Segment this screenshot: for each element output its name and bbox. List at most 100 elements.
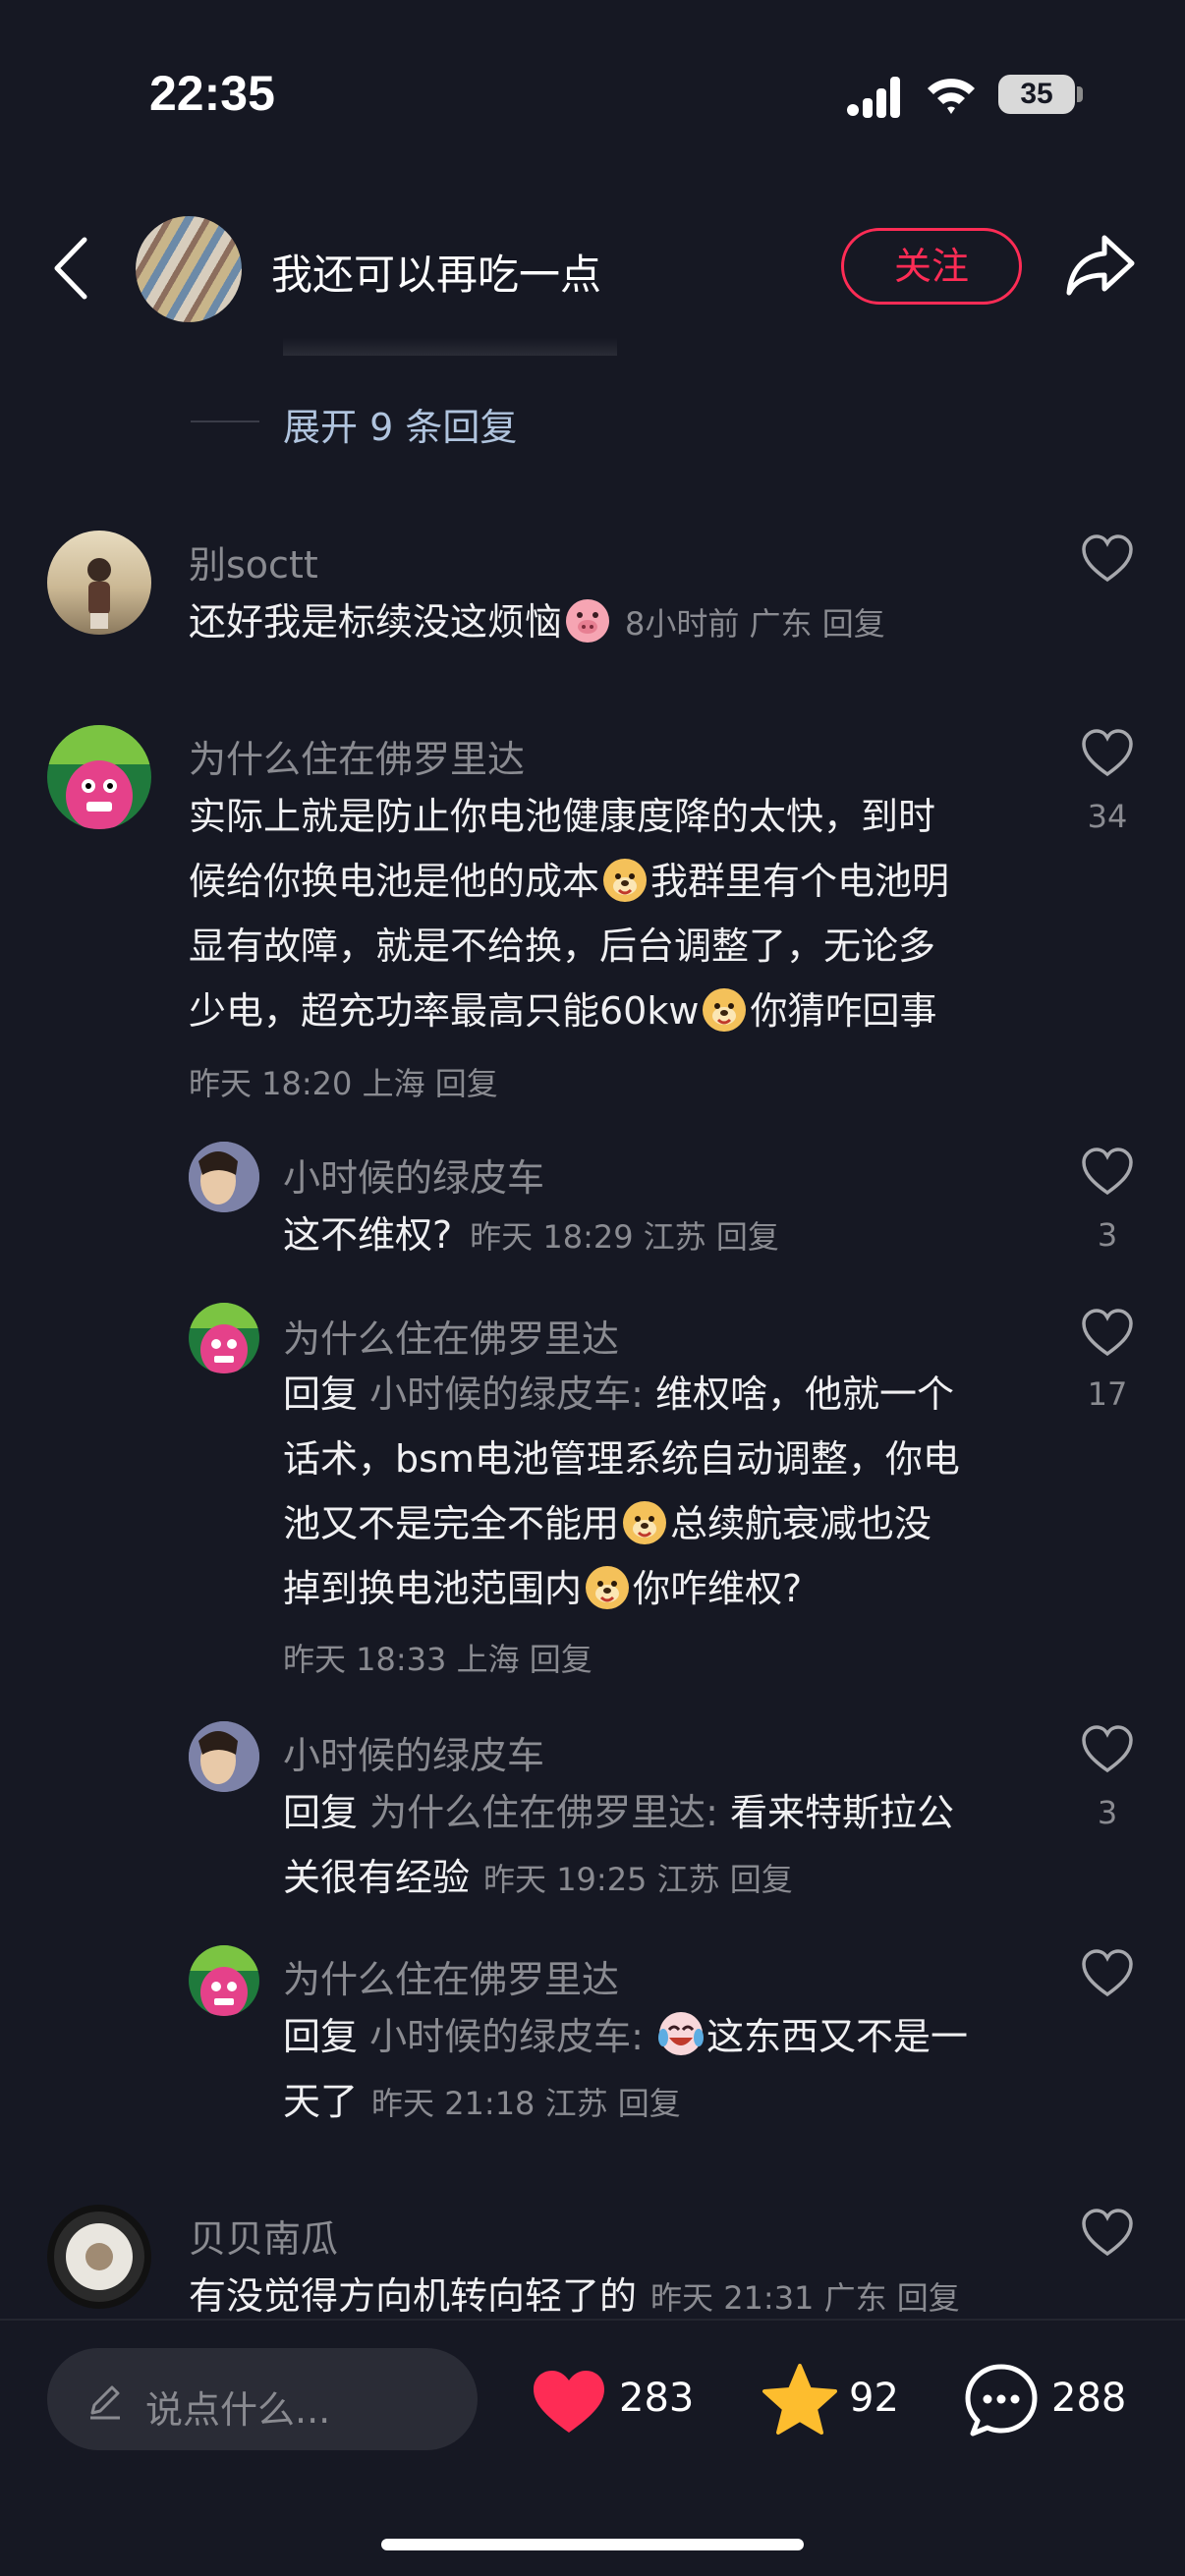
reply-author[interactable]: 为什么住在佛罗里达 xyxy=(283,1949,619,2003)
dog-emoji-icon xyxy=(703,988,747,1032)
reply-segment: 这东西又不是一 xyxy=(706,2015,969,2058)
dog-emoji-icon xyxy=(623,1501,667,1544)
reply-line: 回复 为什么住在佛罗里达: 看来特斯拉公 xyxy=(283,1780,1059,1845)
reply-line: 回复 小时候的绿皮车: 维权啥，他就一个 xyxy=(283,1362,1059,1427)
reply-prefix: 回复 xyxy=(283,2015,359,2058)
reply-line: 天了 昨天 21:18 江苏 回复 xyxy=(283,2069,1059,2136)
reply-segment: 天了 xyxy=(283,2080,359,2123)
comment-meta[interactable]: 昨天 21:31 广东 回复 xyxy=(650,2279,960,2317)
like-count: 3 xyxy=(1097,1216,1118,1254)
avatar-character xyxy=(189,1945,259,2016)
comment-text-body: 还好我是标续没这烦恼 xyxy=(189,600,563,644)
crying-laughing-emoji-icon xyxy=(658,2012,705,2055)
author-avatar[interactable] xyxy=(136,216,242,322)
expand-replies-link[interactable]: 展开 9 条回复 xyxy=(283,397,517,451)
comment-text-body: 有没觉得方向机转向轻了的 xyxy=(189,2274,638,2318)
reply-line: 回复 小时候的绿皮车: 这东西又不是一 xyxy=(283,2004,1059,2069)
reply-to-user[interactable]: 小时候的绿皮车: xyxy=(369,1372,644,1416)
avatar[interactable] xyxy=(47,2205,151,2309)
reply-meta[interactable]: 昨天 19:25 江苏 回复 xyxy=(483,1861,793,1898)
reply-meta[interactable]: 昨天 18:33 上海 回复 xyxy=(283,1635,592,1680)
reply-segment: 关很有经验 xyxy=(283,1856,471,1899)
reply-prefix: 回复 xyxy=(283,1791,359,1834)
reply-author[interactable]: 小时候的绿皮车 xyxy=(283,1148,544,1202)
avatar-character xyxy=(189,1303,259,1373)
comment-line: 少电，超充功率最高只能60kw 你猜咋回事 xyxy=(189,979,1053,1043)
page-title: 我还可以再吃一点 xyxy=(271,251,602,299)
like-heart-icon[interactable] xyxy=(1081,1947,1134,2000)
avatar[interactable] xyxy=(47,725,151,829)
reply-meta[interactable]: 昨天 21:18 江苏 回复 xyxy=(371,2085,681,2122)
like-count: 3 xyxy=(1097,1794,1118,1831)
like-heart-icon[interactable] xyxy=(1081,532,1134,586)
reply-to-user[interactable]: 小时候的绿皮车: xyxy=(369,2015,644,2058)
reply-line: 池又不是完全不能用 总续航衰减也没 xyxy=(283,1491,1059,1556)
bottom-divider xyxy=(0,2319,1185,2321)
comment-author[interactable]: 为什么住在佛罗里达 xyxy=(189,729,525,783)
reply-text: 回复 为什么住在佛罗里达: 看来特斯拉公 关很有经验 昨天 19:25 江苏 回复 xyxy=(283,1780,1059,1912)
comment-placeholder[interactable]: 说点什么... xyxy=(145,2380,330,2434)
like-heart-icon[interactable] xyxy=(1081,1307,1134,1360)
avatar[interactable] xyxy=(189,1303,259,1373)
home-indicator[interactable] xyxy=(381,2539,804,2550)
reply-text-body: 这不维权? xyxy=(283,1213,453,1257)
avatar[interactable] xyxy=(47,531,151,635)
comment-total: 288 xyxy=(1051,2376,1127,2421)
pencil-icon xyxy=(90,2385,120,2420)
comment-line: 实际上就是防止你电池健康度降的太快，到时 xyxy=(189,795,936,838)
reply-text: 回复 小时候的绿皮车: 这东西又不是一 天了 昨天 21:18 江苏 回复 xyxy=(283,2004,1059,2136)
like-heart-icon[interactable] xyxy=(1081,727,1134,780)
avatar-face xyxy=(189,1142,259,1212)
share-icon[interactable] xyxy=(1065,232,1136,297)
like-heart-icon[interactable] xyxy=(1081,2207,1134,2260)
reply-text: 回复 小时候的绿皮车: 维权啥，他就一个 话术，bsm电池管理系统自动调整，你电… xyxy=(283,1362,1059,1621)
like-heart-icon[interactable] xyxy=(1081,1146,1134,1199)
reply-text: 这不维权? 昨天 18:29 江苏 回复 xyxy=(283,1203,779,1269)
status-time: 22:35 xyxy=(149,66,275,121)
heart-icon[interactable] xyxy=(531,2368,607,2436)
comment-line: 显有故障，就是不给换，后台调整了，无论多 xyxy=(189,924,936,968)
reply-line: 掉到换电池范围内 你咋维权? xyxy=(283,1556,1059,1621)
like-count: 17 xyxy=(1087,1375,1128,1413)
reply-line: 关很有经验 昨天 19:25 江苏 回复 xyxy=(283,1845,1059,1912)
signal-icon xyxy=(847,77,900,118)
avatar-figure xyxy=(87,558,111,629)
reply-segment: 总续航衰减也没 xyxy=(670,1502,932,1545)
comment-meta[interactable]: 8小时前 广东 回复 xyxy=(625,605,885,643)
avatar[interactable] xyxy=(189,1945,259,2016)
avatar-character xyxy=(47,725,151,829)
comment-meta[interactable]: 昨天 18:20 上海 回复 xyxy=(189,1059,498,1104)
expand-divider xyxy=(191,420,259,422)
pig-emoji-icon xyxy=(566,599,610,643)
like-count: 34 xyxy=(1087,798,1128,835)
reply-to-user[interactable]: 为什么住在佛罗里达: xyxy=(369,1791,718,1834)
follow-button[interactable]: 关注 xyxy=(841,228,1022,305)
battery-tip xyxy=(1077,86,1083,102)
comment-segment: 我群里有个电池明 xyxy=(650,860,950,903)
favorite-total: 92 xyxy=(849,2376,899,2421)
reply-line: 话术，bsm电池管理系统自动调整，你电 xyxy=(283,1437,960,1481)
avatar[interactable] xyxy=(189,1721,259,1792)
reply-prefix: 回复 xyxy=(283,1372,359,1416)
back-icon[interactable] xyxy=(51,236,90,301)
star-icon[interactable] xyxy=(761,2362,839,2436)
reply-meta[interactable]: 昨天 18:29 江苏 回复 xyxy=(470,1218,779,1256)
reply-segment: 池又不是完全不能用 xyxy=(283,1502,620,1545)
reply-segment: 你咋维权? xyxy=(633,1567,803,1610)
comment-segment: 候给你换电池是他的成本 xyxy=(189,860,600,903)
comment-author[interactable]: 贝贝南瓜 xyxy=(189,2209,338,2263)
battery-indicator: 35 xyxy=(998,75,1075,114)
reply-segment: 看来特斯拉公 xyxy=(730,1791,955,1834)
comment-segment: 你猜咋回事 xyxy=(750,989,937,1033)
reply-author[interactable]: 小时候的绿皮车 xyxy=(283,1725,544,1779)
comment-segment: 少电，超充功率最高只能60kw xyxy=(189,989,700,1033)
dog-emoji-icon xyxy=(603,859,648,902)
comment-author[interactable]: 别soctt xyxy=(189,534,318,588)
comment-text: 实际上就是防止你电池健康度降的太快，到时 候给你换电池是他的成本 我群里有个电池明… xyxy=(189,784,1053,1043)
reply-author[interactable]: 为什么住在佛罗里达 xyxy=(283,1309,619,1363)
avatar[interactable] xyxy=(189,1142,259,1212)
avatar-plate xyxy=(54,2212,144,2302)
comment-icon[interactable] xyxy=(963,2362,1040,2438)
like-heart-icon[interactable] xyxy=(1081,1723,1134,1776)
comment-line: 候给你换电池是他的成本 我群里有个电池明 xyxy=(189,849,1053,914)
